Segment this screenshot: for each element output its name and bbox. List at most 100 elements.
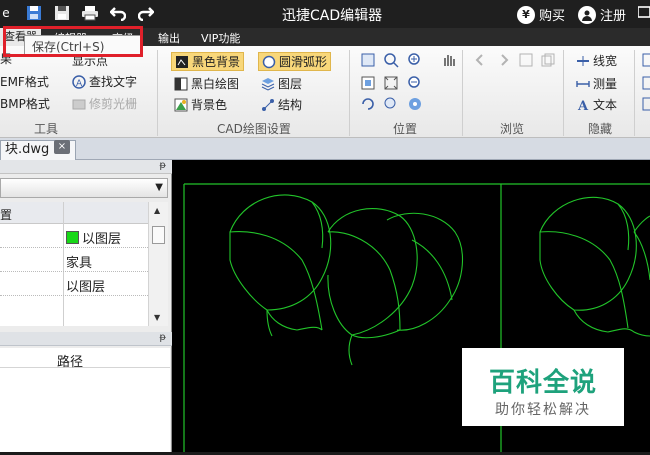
highlight-box	[3, 26, 143, 57]
buy-button[interactable]: ¥ 购买	[517, 5, 565, 24]
property-value: 家具	[66, 252, 92, 271]
bmp-format-label: BMP格式	[0, 97, 50, 111]
rotate-icon[interactable]	[360, 96, 376, 112]
zoom-in-icon[interactable]	[407, 52, 423, 68]
ribbon-separator	[157, 50, 158, 136]
property-scrollbar[interactable]: ▲ ▼	[148, 202, 168, 326]
layers-label: 图层	[278, 77, 303, 91]
trim-raster-label: 修剪光栅	[89, 97, 138, 111]
color-swatch	[66, 231, 79, 244]
emf-format-label: EMF格式	[0, 75, 49, 89]
app-menu-label: e	[2, 6, 10, 20]
smooth-arc-button[interactable]: 圆滑弧形	[258, 52, 332, 71]
scroll-thumb[interactable]	[152, 226, 165, 244]
find-text-button[interactable]: A 查找文字	[72, 73, 137, 90]
emf-format-button[interactable]: EMF格式	[0, 73, 49, 90]
bw-drawing-button[interactable]: 黑白绘图	[174, 75, 239, 92]
scroll-up-icon[interactable]: ▲	[154, 206, 160, 215]
text-button[interactable]: A 文本	[576, 96, 618, 114]
chevron-down-icon: ▼	[155, 182, 163, 193]
hand-icon[interactable]	[441, 52, 457, 68]
text-icon: A	[576, 98, 590, 114]
bw-drawing-icon	[174, 77, 188, 91]
open-file-icon[interactable]	[24, 3, 44, 23]
property-row[interactable]: 以图层	[0, 224, 148, 248]
bw-drawing-label: 黑白绘图	[191, 77, 240, 91]
pin-icon[interactable]: ᵽ	[159, 160, 166, 171]
user-icon	[578, 5, 596, 24]
register-label: 注册	[600, 9, 627, 24]
layers-icon	[261, 77, 275, 91]
property-value: 以图层	[66, 228, 121, 247]
text-label: 文本	[593, 98, 618, 112]
object-selector-dropdown[interactable]: ▼	[0, 178, 168, 198]
hide-group-label: 隐藏	[588, 122, 613, 136]
extra-tool-icon[interactable]	[641, 52, 650, 68]
fit-icon[interactable]	[360, 75, 376, 91]
app-title: 迅捷CAD编辑器	[282, 8, 383, 24]
zoom-real-icon[interactable]	[383, 96, 399, 112]
extra-tool-icon[interactable]	[641, 96, 650, 112]
back-arrow-icon[interactable]	[472, 52, 488, 68]
pin-icon[interactable]: ᵽ	[159, 332, 166, 343]
zoom-window-icon[interactable]	[383, 52, 399, 68]
pan-icon[interactable]	[360, 52, 376, 68]
property-row[interactable]: 以图层	[0, 272, 148, 296]
undo-icon[interactable]	[108, 3, 128, 23]
browse-group-label: 浏览	[500, 122, 525, 136]
document-tab-bar: 块.dwg ×	[0, 138, 650, 160]
browse-copy-icon[interactable]	[540, 52, 556, 68]
property-value-text: 家具	[66, 256, 93, 271]
property-value-text: 以图层	[66, 280, 106, 295]
window-more-icon[interactable]	[638, 5, 650, 19]
svg-text:A: A	[76, 79, 83, 89]
ribbon-separator	[349, 50, 350, 136]
save-icon[interactable]	[52, 3, 72, 23]
line-width-icon	[576, 54, 590, 68]
redo-icon[interactable]	[136, 3, 156, 23]
yen-icon: ¥	[517, 5, 535, 24]
smooth-arc-icon	[262, 55, 276, 69]
bmp-format-button[interactable]: BMP格式	[0, 95, 50, 112]
svg-text:A: A	[577, 99, 589, 112]
zoom-out-icon[interactable]	[407, 75, 423, 91]
property-value-text: 以图层	[82, 232, 122, 247]
line-width-button[interactable]: 线宽	[576, 52, 617, 69]
print-icon[interactable]	[80, 3, 100, 23]
app-menu-icon[interactable]: e	[0, 3, 16, 23]
browse-page-icon[interactable]	[518, 52, 534, 68]
watermark-title: 百科全说	[488, 368, 597, 398]
background-color-button[interactable]: 背景色	[174, 96, 227, 113]
structure-icon	[261, 98, 275, 112]
measure-label: 测量	[593, 77, 618, 91]
measure-button[interactable]: 测量	[576, 75, 617, 92]
trim-raster-icon	[72, 97, 86, 111]
find-text-label: 查找文字	[89, 75, 138, 89]
menu-output[interactable]: 输出	[158, 30, 180, 46]
property-header-label: 置	[0, 208, 13, 222]
scroll-down-icon[interactable]: ▼	[154, 313, 160, 322]
layers-button[interactable]: 图层	[261, 75, 302, 92]
files-column-header: 路径	[0, 348, 170, 370]
ribbon-separator	[634, 50, 635, 136]
view-icon[interactable]	[407, 96, 423, 112]
smooth-arc-label: 圆滑弧形	[279, 55, 328, 69]
black-background-button[interactable]: 黑色背景	[171, 52, 245, 71]
background-color-icon	[174, 98, 188, 112]
register-button[interactable]: 注册	[578, 5, 626, 24]
property-table-header: 置	[0, 202, 148, 224]
property-table: 置 以图层 家具 以图层	[0, 202, 148, 326]
trim-raster-button[interactable]: 修剪光栅	[72, 95, 137, 112]
forward-arrow-icon[interactable]	[496, 52, 512, 68]
property-row[interactable]: 家具	[0, 248, 148, 272]
menu-vip[interactable]: VIP功能	[201, 30, 240, 46]
tools-group-label: 工具	[34, 122, 59, 136]
files-panel-header: ᵽ	[0, 332, 172, 346]
buy-label: 购买	[539, 9, 566, 24]
cad-settings-group-label: CAD绘图设置	[217, 122, 291, 136]
extra-tool-icon[interactable]	[641, 75, 650, 91]
structure-button[interactable]: 结构	[261, 96, 302, 113]
close-tab-icon[interactable]: ×	[54, 140, 70, 154]
extents-icon[interactable]	[383, 75, 399, 91]
structure-label: 结构	[278, 98, 303, 112]
